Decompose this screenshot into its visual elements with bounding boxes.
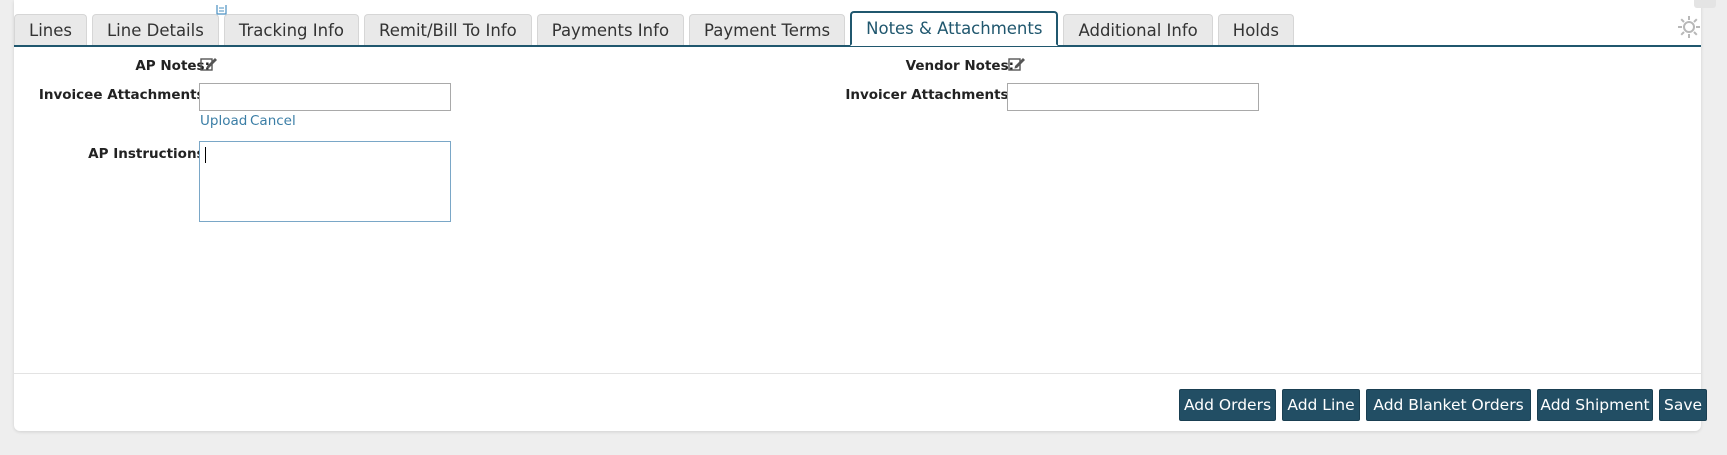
invoicee-attachments-field[interactable] — [199, 83, 451, 111]
vendor-notes-label: Vendor Notes: — [905, 58, 1014, 74]
save-button[interactable]: Save — [1659, 389, 1707, 421]
add-shipment-button[interactable]: Add Shipment — [1537, 389, 1653, 421]
invoicer-attachments-label: Invoicer Attachments: — [845, 87, 1014, 103]
gear-icon[interactable] — [1676, 14, 1702, 40]
tab-payments-info[interactable]: Payments Info — [536, 14, 685, 46]
text-caret — [205, 147, 206, 163]
collapse-handle[interactable] — [1694, 0, 1716, 8]
footer-divider — [14, 373, 1701, 374]
invoicer-attachments-field[interactable] — [1007, 83, 1259, 111]
ap-instructions-label: AP Instructions: — [88, 146, 210, 162]
tab-line-details[interactable]: Line Details — [91, 14, 219, 46]
tab-lines[interactable]: Lines — [14, 14, 87, 46]
document-icon — [214, 0, 230, 15]
ap-notes-label: AP Notes: — [135, 58, 210, 74]
tab-holds[interactable]: Holds — [1217, 14, 1294, 46]
ap-instructions-textarea[interactable] — [199, 141, 451, 222]
tab-bar: Lines Line Details Tracking Info Remit/B… — [14, 11, 1294, 46]
vendor-notes-edit-icon[interactable] — [1008, 56, 1026, 72]
tab-tracking-info[interactable]: Tracking Info — [223, 14, 359, 46]
cancel-link[interactable]: Cancel — [250, 113, 296, 129]
tab-payment-terms[interactable]: Payment Terms — [689, 14, 846, 46]
upload-link[interactable]: Upload — [200, 113, 247, 129]
ap-notes-edit-icon[interactable] — [200, 56, 218, 72]
tab-additional-info[interactable]: Additional Info — [1063, 14, 1213, 46]
tab-notes-attachments[interactable]: Notes & Attachments — [850, 11, 1059, 46]
tab-remit-bill-to-info[interactable]: Remit/Bill To Info — [364, 14, 532, 46]
invoicee-attachments-label: Invoicee Attachments: — [38, 87, 210, 103]
add-blanket-orders-button[interactable]: Add Blanket Orders — [1366, 389, 1531, 421]
add-orders-button[interactable]: Add Orders — [1179, 389, 1276, 421]
invoice-detail-panel: Lines Line Details Tracking Info Remit/B… — [14, 0, 1716, 431]
add-line-button[interactable]: Add Line — [1282, 389, 1360, 421]
